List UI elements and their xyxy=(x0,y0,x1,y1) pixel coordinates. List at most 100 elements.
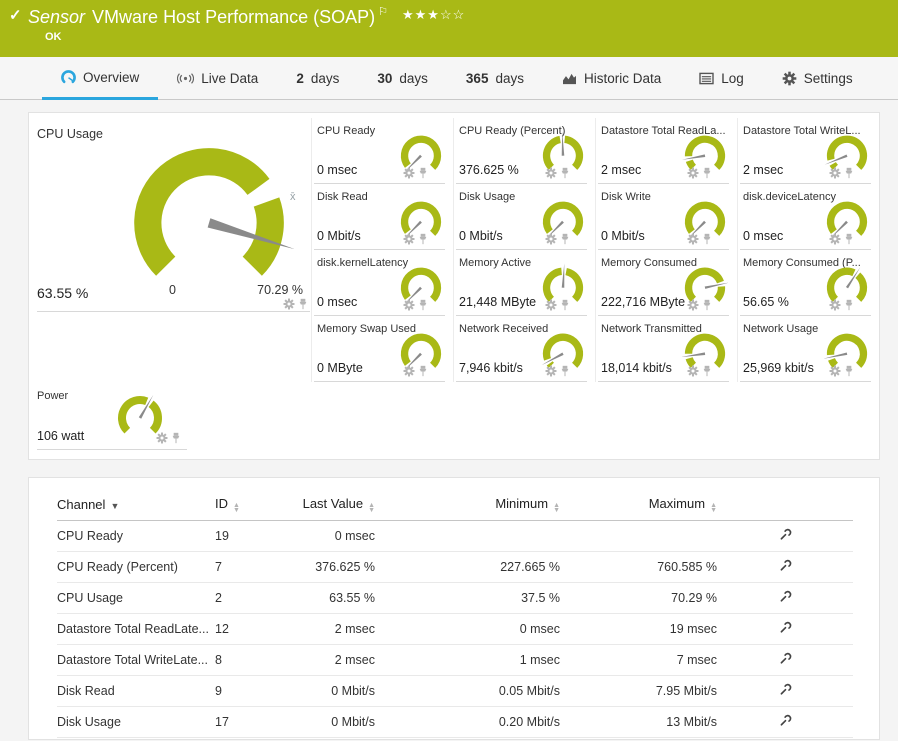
tab-label: Historic Data xyxy=(584,71,661,86)
gauge-tile: Memory Consumed (P...56.65 % xyxy=(737,250,879,316)
column-header-max[interactable]: Maximum▲▼ xyxy=(560,491,717,521)
gear-icon[interactable] xyxy=(687,365,699,377)
pin-icon[interactable] xyxy=(560,299,570,311)
wrench-icon[interactable] xyxy=(779,652,792,665)
tab-bar: OverviewLive Data2days30days365daysHisto… xyxy=(0,57,898,100)
cell-max: 7 msec xyxy=(560,645,717,676)
gear-icon[interactable] xyxy=(545,233,557,245)
gear-icon[interactable] xyxy=(687,233,699,245)
gauge-tile: Datastore Total ReadLa...2 msec xyxy=(595,118,737,184)
wrench-icon[interactable] xyxy=(779,714,792,727)
cell-last: 0 Mbit/s xyxy=(277,738,375,741)
table-row[interactable]: Datastore Total WriteLate...82 msec1 mse… xyxy=(57,645,853,676)
cell-channel: CPU Usage xyxy=(57,583,215,614)
pin-icon[interactable] xyxy=(702,233,712,245)
table-row[interactable]: CPU Usage263.55 %37.5 %70.29 % xyxy=(57,583,853,614)
table-row[interactable]: Disk Write180 Mbit/s0.13 Mbit/s5.14 Mbit… xyxy=(57,738,853,741)
table-row[interactable]: CPU Ready190 msec xyxy=(57,521,853,552)
column-header-last[interactable]: Last Value▲▼ xyxy=(277,491,375,521)
pin-icon[interactable] xyxy=(418,233,428,245)
wrench-icon[interactable] xyxy=(779,528,792,541)
pin-icon[interactable] xyxy=(560,167,570,179)
flag-icon[interactable]: ⚐ xyxy=(378,6,388,18)
wrench-icon[interactable] xyxy=(779,559,792,572)
pin-icon[interactable] xyxy=(844,365,854,377)
gear-icon[interactable] xyxy=(403,299,415,311)
overview-gauges-panel: CPU Usage x̄ 63.55 % 0 70.29 % CPU Ready… xyxy=(28,112,880,460)
rating-stars[interactable]: ★★★☆☆ xyxy=(402,7,465,22)
gear-icon[interactable] xyxy=(545,299,557,311)
gear-icon[interactable] xyxy=(403,167,415,179)
pin-icon[interactable] xyxy=(298,298,308,310)
cell-min: 37.5 % xyxy=(375,583,560,614)
gear-icon[interactable] xyxy=(829,233,841,245)
pin-icon[interactable] xyxy=(560,233,570,245)
pin-icon[interactable] xyxy=(418,299,428,311)
gear-icon[interactable] xyxy=(829,299,841,311)
tab-settings[interactable]: Settings xyxy=(763,57,872,100)
pin-icon[interactable] xyxy=(702,299,712,311)
tab-number: 2 xyxy=(296,71,304,86)
pin-icon[interactable] xyxy=(560,365,570,377)
cell-min: 227.665 % xyxy=(375,552,560,583)
gauge-tile: CPU Ready0 msec xyxy=(311,118,453,184)
object-kind-label: Sensor xyxy=(28,7,85,27)
cell-last: 63.55 % xyxy=(277,583,375,614)
table-row[interactable]: Disk Usage170 Mbit/s0.20 Mbit/s13 Mbit/s xyxy=(57,707,853,738)
pin-icon[interactable] xyxy=(844,167,854,179)
table-header-row: Channel▼ID▲▼Last Value▲▼Minimum▲▼Maximum… xyxy=(57,491,853,521)
tab-live-data[interactable]: Live Data xyxy=(158,57,277,100)
column-header-act xyxy=(717,491,853,521)
column-header-channel[interactable]: Channel▼ xyxy=(57,491,215,521)
cell-max: 7.95 Mbit/s xyxy=(560,676,717,707)
pin-icon[interactable] xyxy=(702,167,712,179)
pin-icon[interactable] xyxy=(844,299,854,311)
gear-icon[interactable] xyxy=(156,432,168,444)
gear-icon[interactable] xyxy=(687,167,699,179)
channel-value: 106 watt xyxy=(37,429,84,443)
tab-2-days[interactable]: 2days xyxy=(277,57,358,100)
tile-actions xyxy=(829,365,854,377)
gauge-tile: Memory Consumed222,716 MByte xyxy=(595,250,737,316)
cell-actions xyxy=(717,645,853,676)
column-header-id[interactable]: ID▲▼ xyxy=(215,491,277,521)
wrench-icon[interactable] xyxy=(779,683,792,696)
gear-icon[interactable] xyxy=(283,298,295,310)
tile-actions xyxy=(687,299,712,311)
tile-actions xyxy=(403,167,428,179)
column-header-min[interactable]: Minimum▲▼ xyxy=(375,491,560,521)
cell-max: 5.14 Mbit/s xyxy=(560,738,717,741)
pin-icon[interactable] xyxy=(171,432,181,444)
table-row[interactable]: CPU Ready (Percent)7376.625 %227.665 %76… xyxy=(57,552,853,583)
gear-icon[interactable] xyxy=(829,365,841,377)
tile-actions xyxy=(545,167,570,179)
tab-overview[interactable]: Overview xyxy=(42,57,158,100)
table-row[interactable]: Disk Read90 Mbit/s0.05 Mbit/s7.95 Mbit/s xyxy=(57,676,853,707)
gear-icon[interactable] xyxy=(545,365,557,377)
gear-icon[interactable] xyxy=(403,233,415,245)
cell-channel: Datastore Total WriteLate... xyxy=(57,645,215,676)
pin-icon[interactable] xyxy=(418,365,428,377)
pin-icon[interactable] xyxy=(702,365,712,377)
pin-icon[interactable] xyxy=(844,233,854,245)
gear-icon[interactable] xyxy=(545,167,557,179)
gear-icon[interactable] xyxy=(829,167,841,179)
tab-30-days[interactable]: 30days xyxy=(358,57,447,100)
tab-historic-data[interactable]: Historic Data xyxy=(543,57,680,100)
gear-icon[interactable] xyxy=(687,299,699,311)
cell-actions xyxy=(717,552,853,583)
cell-id: 2 xyxy=(215,583,277,614)
tab-365-days[interactable]: 365days xyxy=(447,57,543,100)
wrench-icon[interactable] xyxy=(779,621,792,634)
tab-log[interactable]: Log xyxy=(680,57,763,100)
tab-label: days xyxy=(495,71,524,86)
table-row[interactable]: Datastore Total ReadLate...122 msec0 mse… xyxy=(57,614,853,645)
wrench-icon[interactable] xyxy=(779,590,792,603)
cell-last: 0 msec xyxy=(277,521,375,552)
tile-actions xyxy=(545,299,570,311)
pin-icon[interactable] xyxy=(418,167,428,179)
gear-icon[interactable] xyxy=(403,365,415,377)
gauge-tile: Disk Write0 Mbit/s xyxy=(595,184,737,250)
channel-value: 2 msec xyxy=(743,163,783,177)
gauge-tile: Network Transmitted18,014 kbit/s xyxy=(595,316,737,382)
